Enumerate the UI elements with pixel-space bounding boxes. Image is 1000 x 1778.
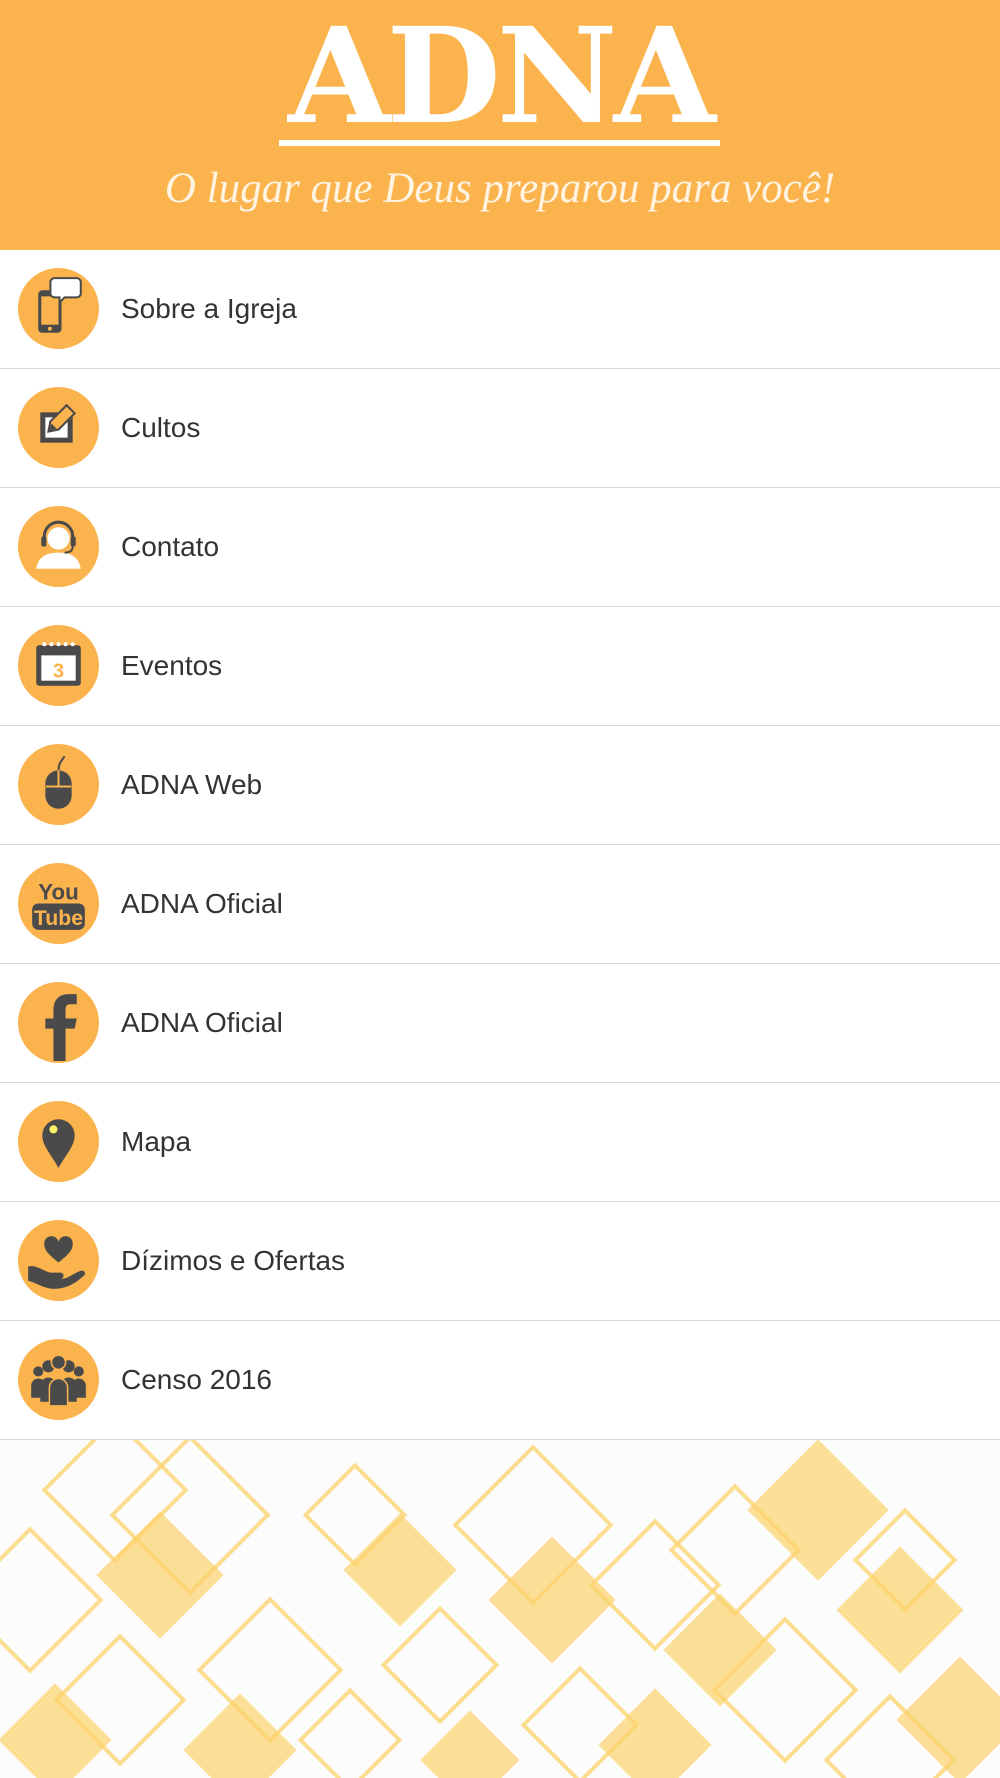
menu-item-label: ADNA Web	[121, 769, 263, 800]
menu-item-sobre-a-igreja[interactable]: Sobre a Igreja	[0, 250, 1000, 369]
logo-text: ADNA	[288, 0, 716, 154]
menu-item-censo-2016[interactable]: Censo 2016	[0, 1321, 1000, 1440]
main-menu: Sobre a Igreja Cultos Contato 3 Eventos …	[0, 250, 1000, 1440]
app-header: ADNA O lugar que Deus preparou para você…	[0, 0, 1000, 250]
menu-item-cultos[interactable]: Cultos	[0, 369, 1000, 488]
menu-item-label: Censo 2016	[121, 1364, 273, 1395]
map-pin-icon	[18, 1101, 99, 1182]
calendar-day-number: 3	[53, 661, 64, 683]
menu-item-adna-oficial-youtube[interactable]: You Tube ADNA Oficial	[0, 845, 1000, 964]
tagline: O lugar que Deus preparou para você!	[164, 165, 836, 212]
mouse-icon	[18, 744, 99, 825]
menu-item-adna-oficial-facebook[interactable]: ADNA Oficial	[0, 964, 1000, 1083]
menu-item-label: ADNA Oficial	[121, 1007, 283, 1038]
facebook-icon	[18, 982, 99, 1063]
headset-person-icon	[18, 506, 99, 587]
menu-item-label: Sobre a Igreja	[121, 293, 297, 324]
menu-item-adna-web[interactable]: ADNA Web	[0, 726, 1000, 845]
menu-item-label: Dízimos e Ofertas	[121, 1245, 346, 1276]
edit-note-icon	[18, 387, 99, 468]
people-group-icon	[18, 1339, 99, 1420]
menu-item-label: Eventos	[121, 650, 223, 681]
menu-item-eventos[interactable]: 3 Eventos	[0, 607, 1000, 726]
heart-hand-icon	[18, 1220, 99, 1301]
calendar-icon: 3	[18, 625, 99, 706]
menu-item-mapa[interactable]: Mapa	[0, 1083, 1000, 1202]
menu-item-dizimos-e-ofertas[interactable]: Dízimos e Ofertas	[0, 1202, 1000, 1321]
menu-item-label: ADNA Oficial	[121, 888, 283, 919]
menu-item-label: Contato	[121, 531, 220, 562]
youtube-you-text: You	[38, 879, 78, 904]
menu-item-label: Mapa	[121, 1126, 192, 1157]
youtube-tube-text: Tube	[34, 906, 83, 930]
smartphone-chat-icon	[18, 268, 99, 349]
decorative-diamond-pattern	[0, 1440, 1000, 1778]
logo-underline	[279, 140, 720, 146]
menu-item-contato[interactable]: Contato	[0, 488, 1000, 607]
menu-item-label: Cultos	[121, 412, 201, 443]
youtube-icon: You Tube	[18, 863, 99, 944]
